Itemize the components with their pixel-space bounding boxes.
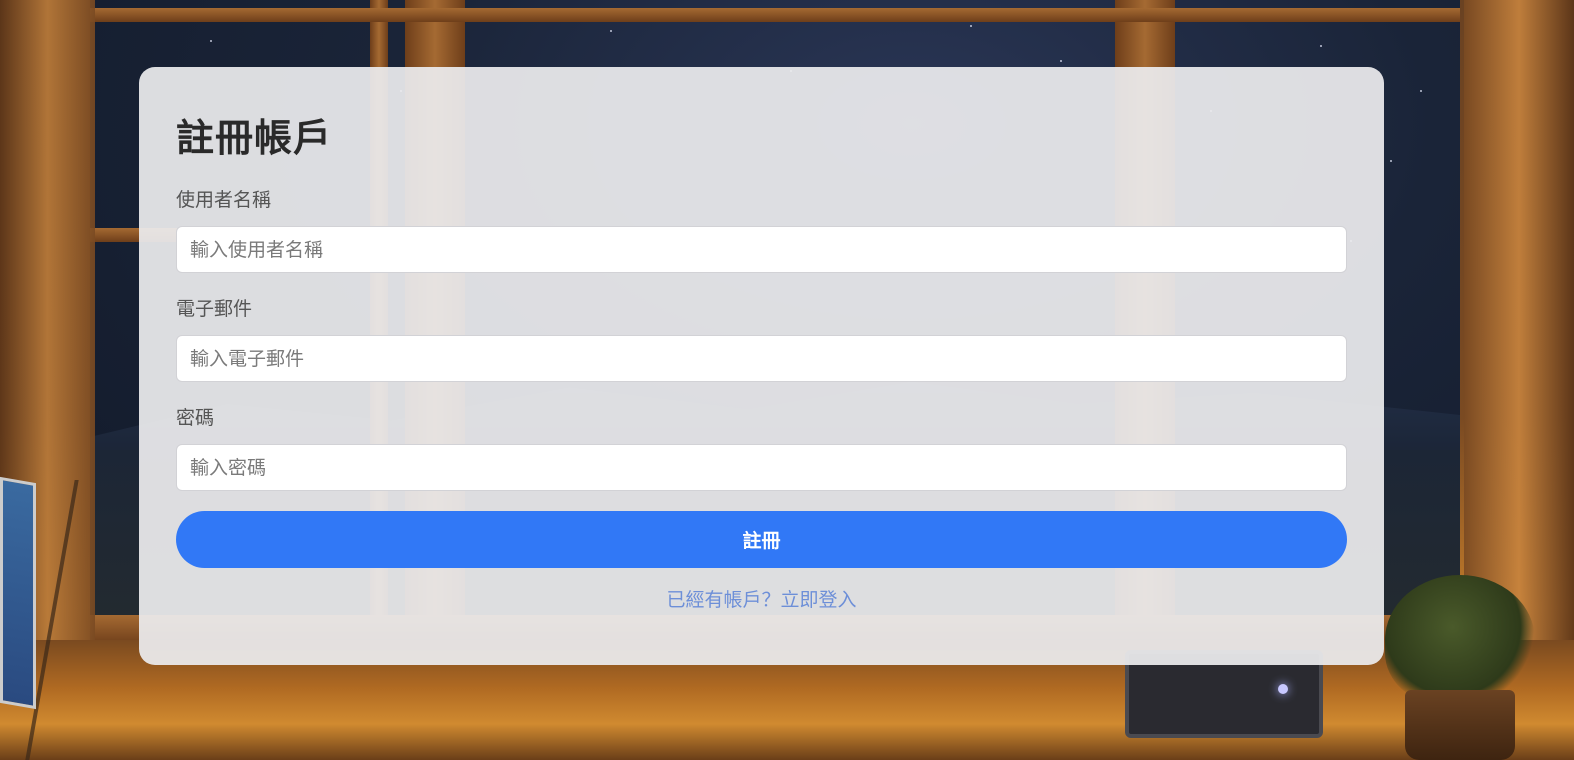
username-input[interactable] xyxy=(176,226,1347,273)
background-scene: 註冊帳戶 使用者名稱 電子郵件 密碼 註冊 已經有帳戶？立即登入 xyxy=(0,0,1574,760)
username-label: 使用者名稱 xyxy=(176,189,272,211)
email-label: 電子郵件 xyxy=(176,298,253,320)
email-input[interactable] xyxy=(176,335,1347,382)
login-link[interactable]: 已經有帳戶？立即登入 xyxy=(176,588,1347,612)
monitor-edge xyxy=(0,476,36,710)
light-glow xyxy=(1278,684,1288,694)
password-input[interactable] xyxy=(176,444,1347,491)
plant-pot xyxy=(1405,690,1515,760)
page-title: 註冊帳戶 xyxy=(176,116,333,160)
window-frame xyxy=(90,8,1460,22)
password-label: 密碼 xyxy=(176,407,215,429)
register-button[interactable]: 註冊 xyxy=(176,511,1347,568)
potted-plant xyxy=(1385,575,1535,705)
register-card: 註冊帳戶 使用者名稱 電子郵件 密碼 註冊 已經有帳戶？立即登入 xyxy=(139,67,1384,665)
